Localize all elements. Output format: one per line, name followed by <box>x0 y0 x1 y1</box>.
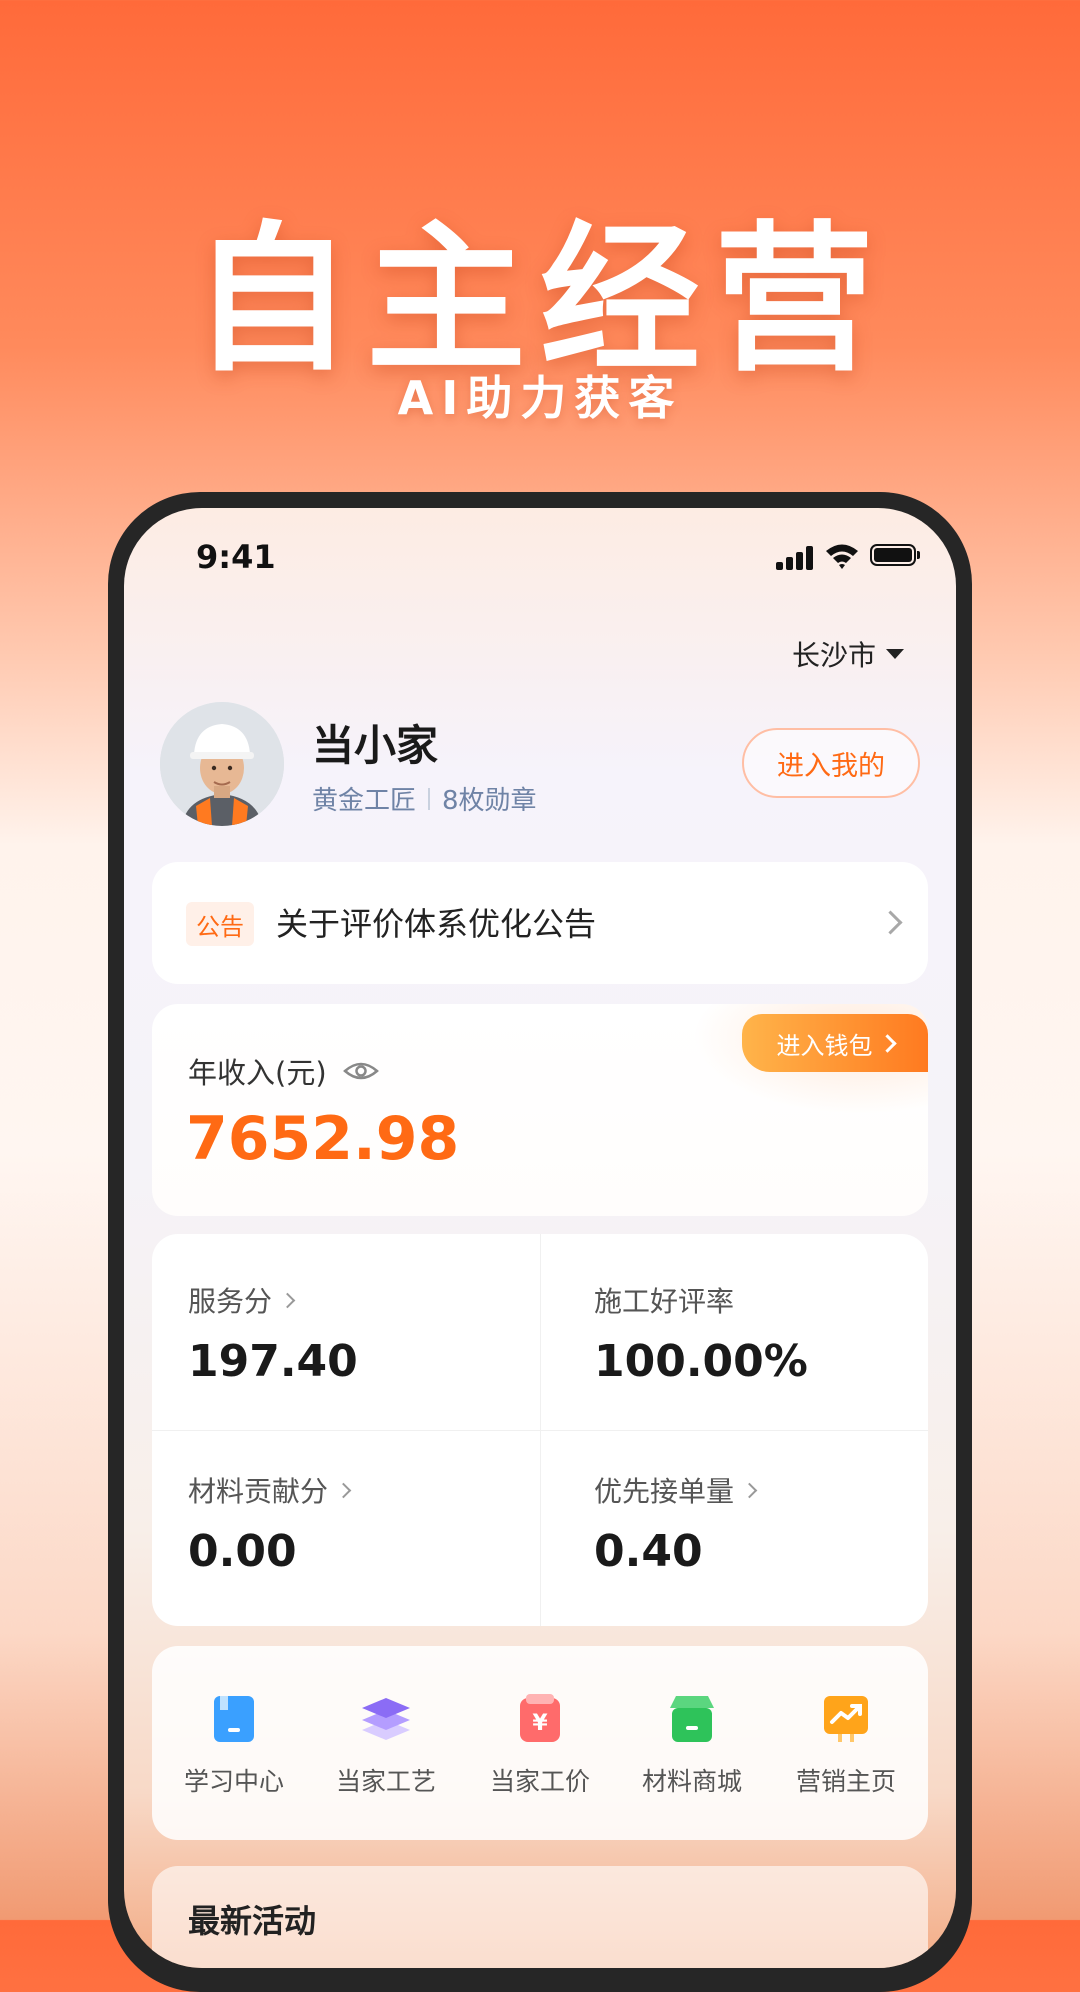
tool-learning-center[interactable]: 学习中心 <box>164 1690 304 1798</box>
trend-icon <box>824 1696 868 1742</box>
tool-label: 当家工艺 <box>335 1767 436 1796</box>
stat-label: 施工好评率 <box>594 1285 735 1318</box>
meta-divider <box>428 787 431 810</box>
hero-subtitle: AI助力获客 <box>397 371 683 425</box>
notice-card[interactable]: 公告 关于评价体系优化公告 <box>152 862 928 984</box>
notice-tag: 公告 <box>186 902 254 946</box>
tool-craft[interactable]: 当家工艺 <box>316 1690 456 1798</box>
worker-avatar-icon <box>160 702 284 826</box>
income-label-row: 年收入(元) <box>188 1050 379 1092</box>
tool-price[interactable]: ¥ 当家工价 <box>470 1690 610 1798</box>
stat-label: 服务分 <box>188 1285 273 1318</box>
tools-card: 学习中心 当家工艺 ¥ 当家工价 材料商城 营销主页 <box>152 1646 928 1840</box>
stat-label: 优先接单量 <box>594 1475 735 1508</box>
stats-divider-horizontal <box>152 1430 928 1431</box>
avatar[interactable] <box>160 702 284 826</box>
city-selector[interactable]: 长沙市 <box>792 634 905 674</box>
cellular-signal-icon <box>776 546 814 570</box>
chevron-right-icon <box>741 1482 758 1498</box>
wallet-label: 进入钱包 <box>776 1031 873 1060</box>
status-time: 9:41 <box>196 538 276 576</box>
activity-title: 最新活动 <box>188 1902 317 1940</box>
tool-material-mall[interactable]: 材料商城 <box>622 1690 762 1798</box>
stat-value: 100.00% <box>594 1336 808 1387</box>
stat-label: 材料贡献分 <box>188 1475 329 1508</box>
stat-service-score[interactable]: 服务分 197.40 <box>188 1280 358 1387</box>
activity-card[interactable]: 最新活动 <box>152 1866 928 1968</box>
income-value: 7652.98 <box>186 1104 460 1174</box>
enter-mine-button[interactable]: 进入我的 <box>742 728 920 798</box>
chevron-right-icon <box>279 1292 296 1308</box>
layers-icon <box>362 1698 410 1740</box>
price-tag-icon: ¥ <box>520 1694 560 1742</box>
tool-label: 材料商城 <box>641 1767 742 1796</box>
book-icon <box>214 1696 254 1742</box>
chevron-right-icon <box>335 1482 352 1498</box>
caret-down-icon <box>886 649 905 659</box>
notice-text: 关于评价体系优化公告 <box>276 905 597 943</box>
chevron-right-icon <box>877 1033 897 1053</box>
tool-label: 当家工价 <box>489 1767 590 1796</box>
stat-value: 0.40 <box>594 1526 703 1577</box>
user-badges[interactable]: 8枚勋章 <box>442 780 537 817</box>
stat-praise-rate: 施工好评率 100.00% <box>594 1280 808 1387</box>
city-label: 长沙市 <box>792 639 877 672</box>
stat-material-contribution[interactable]: 材料贡献分 0.00 <box>188 1470 352 1577</box>
stat-value: 197.40 <box>188 1336 358 1387</box>
svg-text:¥: ¥ <box>532 1711 548 1736</box>
eye-icon[interactable] <box>342 1059 379 1083</box>
income-card: 进入钱包 年收入(元) 7652.98 <box>152 1004 928 1216</box>
tool-label: 营销主页 <box>795 1767 896 1796</box>
stat-value: 0.00 <box>188 1526 297 1577</box>
phone-screen: 9:41 长沙市 当小家 黄金工匠 8枚勋章 进入我的 公告 关于评价体系优化公… <box>124 508 956 1968</box>
stat-priority-orders[interactable]: 优先接单量 0.40 <box>594 1470 758 1577</box>
store-icon <box>670 1696 714 1742</box>
enter-wallet-button[interactable]: 进入钱包 <box>742 1014 928 1072</box>
chevron-right-icon <box>878 910 903 935</box>
income-label: 年收入(元) <box>188 1056 327 1090</box>
user-level: 黄金工匠 <box>312 786 417 816</box>
user-meta: 黄金工匠 8枚勋章 <box>312 780 537 817</box>
stats-card: 服务分 197.40 施工好评率 100.00% 材料贡献分 0.00 优先接单… <box>152 1234 928 1626</box>
tool-marketing-home[interactable]: 营销主页 <box>776 1690 916 1798</box>
wifi-icon <box>826 544 858 569</box>
tool-label: 学习中心 <box>183 1767 284 1796</box>
status-bar: 9:41 <box>124 508 956 608</box>
user-name: 当小家 <box>312 721 439 770</box>
battery-icon <box>870 544 920 566</box>
